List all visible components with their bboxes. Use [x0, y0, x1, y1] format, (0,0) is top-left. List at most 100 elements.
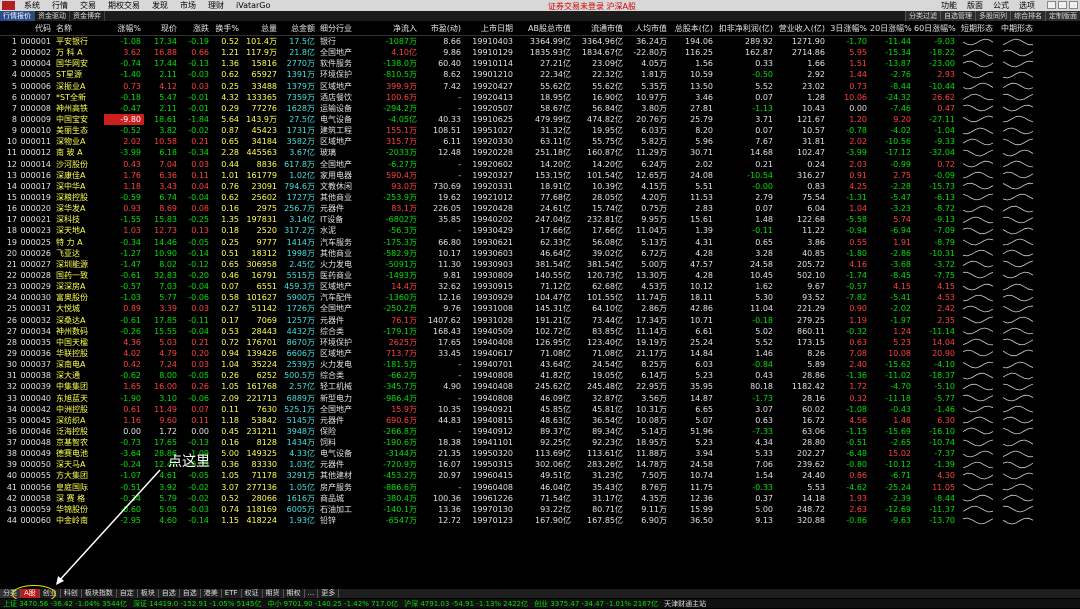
table-row[interactable]: 3 000004 国华网安 -0.74 17.44 -0.13 1.36 15816 2770万… [0, 58, 1080, 69]
table-row[interactable]: 16 000020 深华发A 0.93 8.69 0.08 0.16 2975 256.7万 元器… [0, 203, 1080, 214]
table-row[interactable]: 15 000019 深粮控股 -0.59 6.74 -0.04 0.62 25602 1727万… [0, 192, 1080, 203]
category-tab[interactable]: 期权 [284, 589, 305, 598]
table-row[interactable]: 19 000025 特 力 A -0.34 14.46 -0.05 0.25 9777 1414… [0, 237, 1080, 248]
table-row[interactable]: 11 000012 南 玻 A -3.99 6.18 -0.34 2.28 445563 3.6… [0, 147, 1080, 158]
menu-item-finance[interactable]: 理财 [202, 0, 230, 11]
table-row[interactable]: 1 000001 平安银行 -1.08 17.34 -0.19 0.52 101.4万 17.5… [0, 36, 1080, 47]
table-row[interactable]: 37 000048 京基智农 -0.73 17.65 -0.13 0.16 8128 1434万… [0, 437, 1080, 448]
column-header[interactable]: 换手% [212, 22, 242, 35]
table-row[interactable]: 41 000056 皇庭国际 -0.51 3.92 -0.02 3.07 277136 1.05… [0, 482, 1080, 493]
category-tab[interactable]: 板块 [138, 589, 159, 598]
table-row[interactable]: 4 000005 ST星源 -1.40 2.11 -0.03 0.62 65927 1391万环… [0, 69, 1080, 80]
category-tab[interactable]: 更多 [318, 589, 340, 598]
table-row[interactable]: 20 000026 飞亚达 -1.27 10.90 -0.14 0.51 18312 1998万… [0, 248, 1080, 259]
table-row[interactable]: 5 000006 深振业A 0.73 4.12 0.03 0.25 33488 1379万 区域地… [0, 81, 1080, 92]
table-row[interactable]: 30 000037 深南电A 0.42 7.24 0.03 1.04 35224 2539万 火力… [0, 359, 1080, 370]
table-row[interactable]: 39 000050 深天马A -0.24 12.47 -0.03 0.36 83330 1.03… [0, 459, 1080, 470]
table-row[interactable]: 40 000055 方大集团 -1.07 4.61 -0.05 1.05 71178 3291万… [0, 470, 1080, 481]
column-header[interactable]: 人均市值 [626, 22, 670, 35]
menu-item-discover[interactable]: 发现 [146, 0, 174, 11]
table-row[interactable]: 23 000029 深深房A -0.57 7.03 -0.04 0.07 6551 459.3万… [0, 281, 1080, 292]
table-row[interactable]: 8 000009 中国宝安 -9.80 18.61 -1.84 5.64 143.9万 27.5… [0, 113, 1080, 126]
column-header[interactable]: 总金额 [280, 22, 318, 35]
column-header[interactable]: AB股总市值 [516, 22, 574, 35]
column-header[interactable]: 名称 [54, 22, 104, 35]
column-header[interactable]: 中期形态 [996, 22, 1036, 35]
table-row[interactable]: 14 000017 深中华A 1.18 3.43 0.04 0.76 23091 794.6万文… [0, 181, 1080, 192]
category-tab[interactable]: 板块指数 [82, 589, 117, 598]
table-row[interactable]: 43 000059 华锦股份 -0.60 5.05 -0.03 0.74 118169 6005… [0, 504, 1080, 515]
category-tab[interactable]: 期货 [263, 589, 284, 598]
maximize-icon[interactable] [1058, 1, 1067, 9]
column-header[interactable]: 短期形态 [958, 22, 996, 35]
category-tab[interactable]: 自选 [159, 589, 180, 598]
table-row[interactable]: 42 000058 深 赛 格 -0.34 5.79 -0.02 0.52 28066 1616… [0, 493, 1080, 504]
minimize-icon[interactable] [1047, 1, 1056, 9]
column-header[interactable]: 总股本(亿) [670, 22, 716, 35]
table-row[interactable]: 18 000023 深天地A 1.03 12.73 0.13 0.18 2520 317.2万水… [0, 225, 1080, 236]
table-row[interactable]: 21 000027 深圳能源 -1.47 8.02 -0.12 0.65 306958 2.45… [0, 259, 1080, 270]
table-row[interactable]: 22 000028 国药一致 -0.61 32.83 -0.20 0.46 16791 5515… [0, 270, 1080, 281]
category-tab[interactable]: 自定 [117, 589, 138, 598]
column-header[interactable]: 营业收入(亿) [776, 22, 828, 35]
column-header[interactable]: 细分行业 [318, 22, 370, 35]
column-header[interactable]: 涨幅% [104, 22, 144, 35]
column-header[interactable]: 涨跌 [180, 22, 212, 35]
column-header[interactable]: 60日涨幅% [914, 22, 958, 35]
table-row[interactable]: 24 000030 富奥股份 -1.03 5.77 -0.06 0.58 101627 5900… [0, 292, 1080, 303]
menu-formula[interactable]: 公式 [988, 0, 1014, 11]
column-header[interactable]: 净流入 [370, 22, 420, 35]
close-icon[interactable] [1069, 1, 1078, 9]
menu-function[interactable]: 功能 [936, 0, 962, 11]
menu-item-options[interactable]: 期权交易 [102, 0, 146, 11]
ranking-button[interactable]: 综合排名 [1010, 11, 1045, 21]
table-row[interactable]: 33 000040 东旭蓝天 -1.90 3.10 -0.06 2.09 221713 6889… [0, 393, 1080, 404]
custom-layout-button[interactable]: 定制版面 [1045, 11, 1080, 21]
table-row[interactable]: 34 000042 中洲控股 0.61 11.49 0.07 0.11 7630 525.1万全… [0, 404, 1080, 415]
category-tab[interactable]: 科创 [61, 589, 82, 598]
menu-item-ivatargo[interactable]: iVatarGo [230, 1, 276, 10]
table-row[interactable]: 29 000036 华联控股 4.02 4.79 0.20 0.94 139426 6606万区… [0, 348, 1080, 359]
column-header[interactable]: 流通市值 [574, 22, 626, 35]
menu-item-market[interactable]: 市场 [174, 0, 202, 11]
tab-fund-drive[interactable]: 资金驱动 [35, 11, 70, 21]
column-header[interactable]: 上市日期 [464, 22, 516, 35]
menu-item-system[interactable]: 系统 [18, 0, 46, 11]
tab-fund-game[interactable]: 资金博弈 [70, 11, 105, 21]
table-row[interactable]: 9 000010 美丽生态 -0.52 3.82 -0.02 0.87 45423 1731万建… [0, 125, 1080, 136]
table-row[interactable]: 28 000035 中国天楹 4.36 5.03 0.21 0.72 176701 8670万环… [0, 337, 1080, 348]
table-row[interactable]: 6 000007 *ST全新 -0.18 5.47 -0.01 4.32 133365 7359… [0, 92, 1080, 103]
category-tab[interactable]: ETF [222, 589, 242, 598]
table-row[interactable]: 13 000016 深康佳A 1.76 6.36 0.11 1.01 161779 1.02亿家… [0, 170, 1080, 181]
column-header[interactable]: 3日涨幅% [828, 22, 870, 35]
category-tab[interactable]: 自选 [180, 589, 201, 598]
multi-stock-button[interactable]: 多股同列 [975, 11, 1010, 21]
menu-options[interactable]: 选项 [1014, 0, 1040, 11]
table-row[interactable]: 27 000034 神州数码 -0.26 15.55 -0.04 0.53 28443 4432… [0, 326, 1080, 337]
table-row[interactable]: 36 000046 泛海控股 0.00 1.72 0.00 0.45 231211 3948万保… [0, 426, 1080, 437]
menu-layout[interactable]: 版面 [962, 0, 988, 11]
table-row[interactable]: 38 000049 德赛电池 -3.64 28.86 -1.09 5.00 149325 4.3… [0, 448, 1080, 459]
category-tab[interactable]: 权证 [242, 589, 263, 598]
table-row[interactable]: 32 000039 中集集团 1.65 16.00 0.26 1.05 161768 2.57亿… [0, 381, 1080, 392]
menu-item-trade[interactable]: 交易 [74, 0, 102, 11]
table-row[interactable]: 44 000060 中金岭南 -2.95 4.60 -0.14 1.15 418224 1.93… [0, 515, 1080, 526]
table-row[interactable]: 17 000021 深科技 -1.55 15.83 -0.25 1.35 197831 3.14… [0, 214, 1080, 225]
table-row[interactable]: 31 000038 深大通 -0.62 8.00 -0.05 0.26 6252 500.5万综… [0, 370, 1080, 381]
filter-button[interactable]: 分类过滤 [905, 11, 940, 21]
watchlist-manage-button[interactable]: 自选管理 [940, 11, 975, 21]
table-row[interactable]: 10 000011 深物业A 2.02 10.58 0.21 0.65 34184 3582万区… [0, 136, 1080, 147]
column-header[interactable]: 现价 [144, 22, 180, 35]
table-row[interactable]: 25 000031 大悦城 0.89 3.39 0.03 0.27 51142 1726万 全国地… [0, 303, 1080, 314]
column-header[interactable]: 20日涨幅% [870, 22, 914, 35]
tab-quote[interactable]: 行情报价 [0, 11, 35, 21]
column-header[interactable]: 代码 [20, 22, 54, 35]
table-row[interactable]: 7 000008 神州高铁 -0.47 2.11 -0.01 0.29 77276 1628万运… [0, 103, 1080, 114]
column-header[interactable]: 市盈(动) [420, 22, 464, 35]
category-tab[interactable]: ... [305, 589, 319, 598]
table-row[interactable]: 12 000014 沙河股份 0.43 7.04 0.03 0.44 8836 617.8万 全国… [0, 159, 1080, 170]
column-header[interactable]: 总量 [242, 22, 280, 35]
table-row[interactable]: 26 000032 深桑达A -0.61 17.85 -0.11 0.17 7069 1257万… [0, 315, 1080, 326]
category-tab[interactable]: 港美 [201, 589, 222, 598]
column-header[interactable]: 扣非净利润(亿) [716, 22, 776, 35]
